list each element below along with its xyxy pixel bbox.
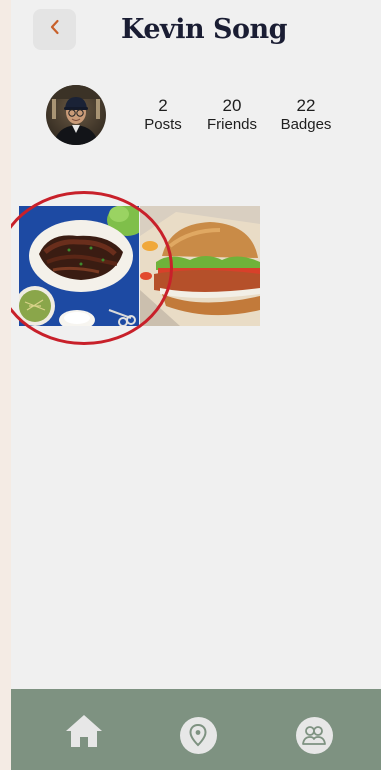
friends-count: 20 — [222, 96, 242, 115]
left-edge-strip — [0, 0, 11, 770]
posts-count: 2 — [158, 96, 168, 115]
nav-friends[interactable] — [294, 715, 334, 755]
friends-icon — [295, 716, 333, 754]
badges-label: Badges — [280, 116, 332, 133]
map-pin-icon — [179, 716, 217, 754]
posts-label: Posts — [144, 116, 182, 133]
avatar[interactable] — [46, 85, 106, 145]
post-thumbnail-sandwich[interactable] — [140, 206, 260, 326]
badges-stat[interactable]: 22 Badges — [275, 96, 337, 134]
bottom-nav — [11, 689, 381, 770]
post-thumbnail-galbi[interactable] — [19, 206, 139, 326]
nav-map[interactable] — [178, 715, 218, 755]
home-icon — [64, 713, 104, 754]
page-title: Kevin Song — [120, 14, 288, 45]
friends-label: Friends — [206, 116, 258, 133]
badges-count: 22 — [296, 96, 316, 115]
friends-stat[interactable]: 20 Friends — [202, 96, 262, 134]
profile-screen: Kevin Song 2 Posts 20 Friends 22 Badges — [11, 0, 381, 770]
nav-home[interactable] — [64, 713, 104, 753]
posts-stat[interactable]: 2 Posts — [140, 96, 186, 134]
